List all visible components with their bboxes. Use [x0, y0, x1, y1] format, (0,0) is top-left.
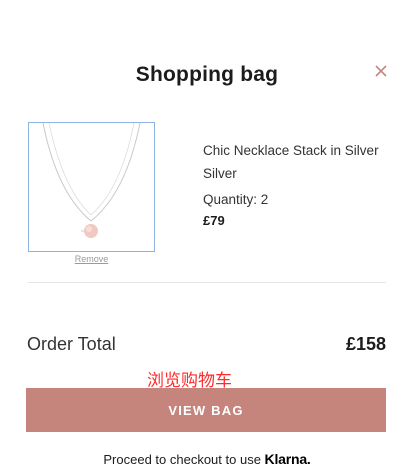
product-image[interactable] — [28, 122, 155, 252]
view-bag-button[interactable]: VIEW BAG — [26, 388, 386, 432]
checkout-text: Proceed to checkout to use — [103, 452, 261, 467]
item-name[interactable]: Chic Necklace Stack in Silver — [203, 139, 383, 162]
page-title: Shopping bag — [135, 63, 279, 86]
close-icon[interactable] — [373, 63, 389, 79]
necklace-image — [42, 123, 141, 238]
close-button[interactable] — [373, 63, 391, 81]
order-total-label: Order Total — [27, 334, 116, 354]
item-details: Chic Necklace Stack in Silver Silver Qua… — [203, 139, 383, 231]
divider — [28, 282, 386, 283]
bag-item: Remove Chic Necklace Stack in Silver Sil… — [28, 122, 386, 264]
item-variant: Silver — [203, 166, 237, 181]
item-quantity: Quantity: 2 — [203, 192, 269, 207]
checkout-note: Proceed to checkout to use Klarna. — [0, 451, 414, 467]
klarna-logo[interactable]: Klarna. — [265, 451, 311, 467]
order-total-value: £158 — [345, 334, 386, 354]
remove-link[interactable]: Remove — [28, 254, 155, 264]
item-price: £79 — [203, 213, 225, 228]
